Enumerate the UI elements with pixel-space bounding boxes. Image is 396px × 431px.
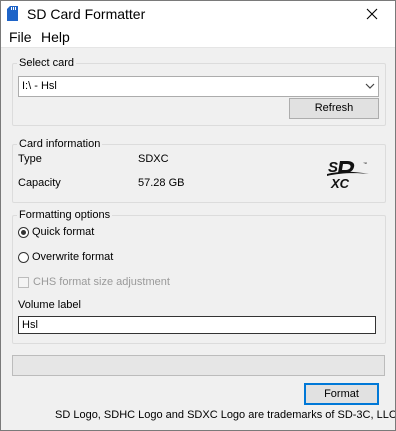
capacity-value: 57.28 GB (138, 177, 185, 189)
capacity-label: Capacity (18, 177, 61, 189)
refresh-button[interactable]: Refresh (289, 98, 379, 119)
formatting-options-group-title: Formatting options (17, 208, 113, 222)
select-card-group-title: Select card (17, 56, 77, 70)
card-information-group-title: Card information (17, 137, 103, 151)
sd-card-formatter-window: SD Card Formatter File Help Select card … (0, 0, 396, 431)
chs-adjustment-checkbox[interactable] (18, 276, 29, 288)
svg-text:XC: XC (330, 176, 350, 191)
sd-card-app-icon (7, 6, 18, 21)
quick-format-radio[interactable] (18, 226, 29, 238)
volume-label-caption: Volume label (18, 299, 81, 311)
quick-format-label: Quick format (32, 226, 95, 238)
chevron-down-icon (365, 83, 375, 89)
card-select-dropdown[interactable]: I:\ - Hsl (18, 76, 379, 97)
type-value: SDXC (138, 153, 169, 165)
select-card-group: Select card I:\ - Hsl Refresh (12, 56, 386, 126)
menu-bar: File Help (1, 27, 395, 48)
card-information-group: Card information Type SDXC Capacity 57.2… (12, 137, 386, 203)
menu-help[interactable]: Help (39, 28, 72, 46)
trademark-notice: SD Logo, SDHC Logo and SDXC Logo are tra… (55, 409, 396, 421)
title-bar[interactable]: SD Card Formatter (1, 1, 395, 27)
volume-label-input[interactable] (18, 316, 376, 334)
close-button[interactable] (349, 1, 395, 27)
overwrite-format-radio[interactable] (18, 251, 29, 263)
sdxc-logo-icon: S XC ™ (327, 159, 369, 191)
chs-adjustment-option[interactable]: CHS format size adjustment (18, 274, 170, 290)
close-icon (366, 8, 378, 20)
menu-file[interactable]: File (7, 28, 34, 46)
card-select-value: I:\ - Hsl (22, 80, 57, 92)
svg-text:™: ™ (363, 161, 367, 166)
window-title: SD Card Formatter (27, 6, 146, 22)
format-button[interactable]: Format (304, 383, 379, 405)
type-label: Type (18, 153, 42, 165)
formatting-options-group: Formatting options Quick format Overwrit… (12, 208, 386, 344)
chs-adjustment-label: CHS format size adjustment (33, 276, 170, 288)
quick-format-option[interactable]: Quick format (18, 224, 94, 240)
overwrite-format-option[interactable]: Overwrite format (18, 249, 113, 265)
overwrite-format-label: Overwrite format (32, 251, 114, 263)
format-progress-bar (12, 355, 385, 376)
